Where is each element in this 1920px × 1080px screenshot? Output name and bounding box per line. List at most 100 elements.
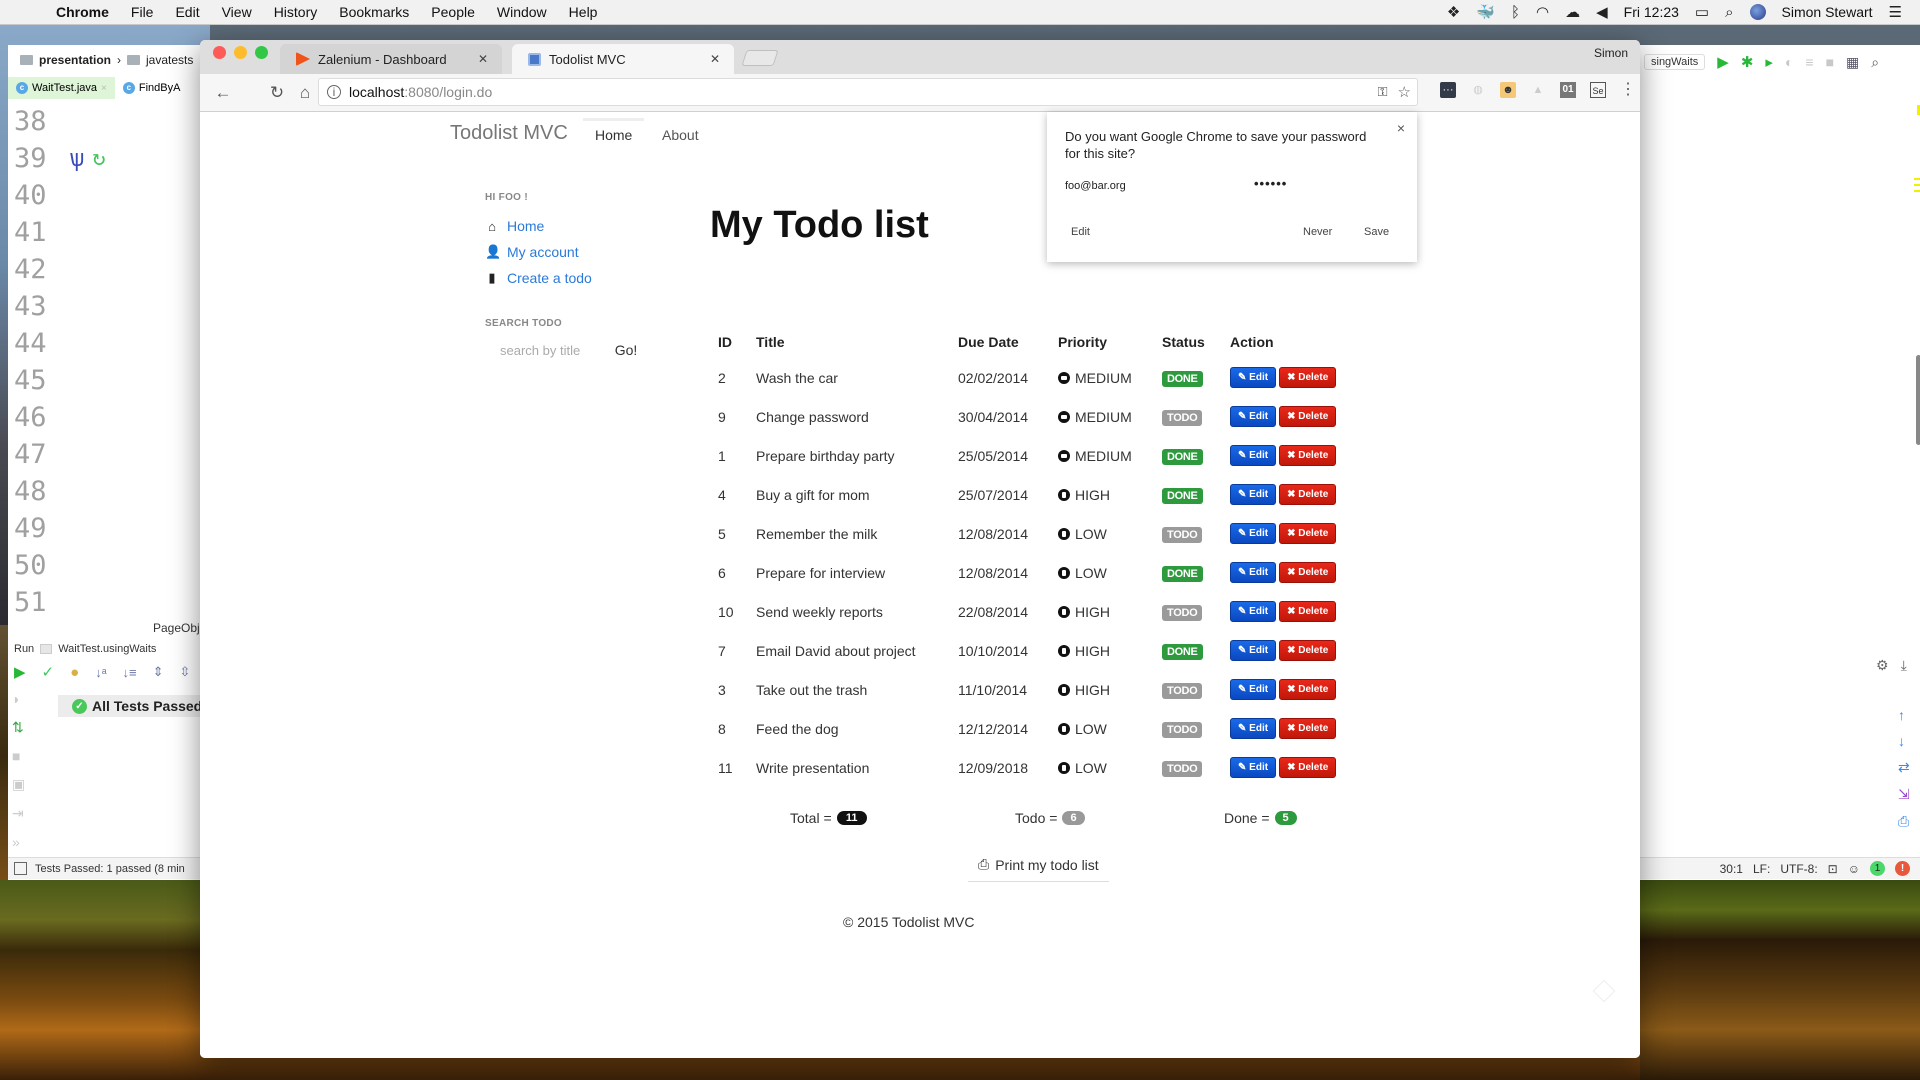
lastpass-icon[interactable]: ··· [1440, 82, 1456, 98]
cloud-upload-icon[interactable]: ☁ [1565, 3, 1580, 21]
menubar-user[interactable]: Simon Stewart [1782, 4, 1873, 20]
tab-todolist[interactable]: Todolist MVC ✕ [512, 44, 734, 74]
stop-icon[interactable]: ■ [1826, 54, 1834, 70]
breadcrumb-project[interactable]: presentation [39, 53, 111, 67]
site-info-icon[interactable]: i [327, 85, 341, 99]
delete-todo-button[interactable]: ✖ Delete [1279, 484, 1337, 505]
run-config-select[interactable]: singWaits [1644, 54, 1706, 70]
menu-edit[interactable]: Edit [175, 4, 199, 20]
menu-bookmarks[interactable]: Bookmarks [339, 4, 409, 20]
reload-icon[interactable]: ↻ [266, 83, 288, 103]
collapse-all-icon[interactable]: ⇳ [180, 664, 191, 680]
delete-todo-button[interactable]: ✖ Delete [1279, 523, 1337, 544]
menu-people[interactable]: People [431, 4, 475, 20]
run-icon[interactable]: ▶ [1717, 53, 1729, 71]
file-encoding[interactable]: UTF-8: [1780, 862, 1817, 876]
close-tab-icon[interactable]: ✕ [478, 52, 488, 66]
notification-badge[interactable]: 1 [1870, 861, 1885, 876]
menu-window[interactable]: Window [497, 4, 547, 20]
chrome-menu-icon[interactable]: ⋮ [1620, 82, 1636, 98]
run-test-icon[interactable]: ↻ [92, 140, 105, 177]
show-passed-icon[interactable]: ✓ [42, 663, 55, 681]
rerun-failed-icon[interactable]: ⇅ [12, 719, 25, 736]
apple-icon[interactable] [20, 3, 38, 21]
toggle-tool-windows-icon[interactable] [14, 862, 27, 875]
sidebar-link-my-account[interactable]: 👤 My account [485, 244, 579, 260]
menubar-clock[interactable]: Fri 12:23 [1624, 4, 1679, 20]
back-icon[interactable]: ← [212, 83, 234, 103]
siri-icon[interactable] [1749, 4, 1766, 20]
arrow-up-icon[interactable]: ↑ [1898, 707, 1910, 723]
profile-button[interactable]: Simon [1594, 46, 1628, 60]
nav-about[interactable]: About [650, 118, 711, 152]
delete-todo-button[interactable]: ✖ Delete [1279, 718, 1337, 739]
breadcrumb-folder[interactable]: javatests [146, 53, 193, 67]
delete-todo-button[interactable]: ✖ Delete [1279, 445, 1337, 466]
edit-todo-button[interactable]: ✎ Edit [1230, 484, 1277, 505]
close-icon[interactable]: × [101, 83, 107, 94]
extension-overlay-icon[interactable] [1592, 979, 1616, 1003]
gear-icon[interactable]: ⚙ [1876, 657, 1889, 674]
rerun-icon[interactable]: ▶ [14, 663, 26, 681]
edit-todo-button[interactable]: ✎ Edit [1230, 562, 1277, 583]
spotlight-search-icon[interactable]: ⌕ [1725, 4, 1733, 21]
close-icon[interactable]: × [1397, 120, 1405, 136]
delete-todo-button[interactable]: ✖ Delete [1279, 562, 1337, 583]
dump-icon[interactable]: ▣ [12, 776, 25, 793]
hide-panel-icon[interactable]: ⤓ [1901, 657, 1907, 674]
run-config-name[interactable]: WaitTest.usingWaits [58, 643, 156, 655]
cursor-position[interactable]: 30:1 [1720, 862, 1743, 876]
delete-todo-button[interactable]: ✖ Delete [1279, 367, 1337, 388]
sort-alpha-icon[interactable]: ↓ᵃ [95, 665, 106, 680]
sort-duration-icon[interactable]: ↓≡ [123, 665, 137, 680]
ghostery-icon[interactable]: ☻ [1500, 82, 1516, 98]
build-icon[interactable]: ≡ [1805, 54, 1813, 70]
coverage-icon[interactable]: ▸ [1765, 53, 1773, 71]
expand-all-icon[interactable]: ⇕ [153, 664, 164, 680]
tab-zalenium[interactable]: Zalenium - Dashboard ✕ [280, 44, 502, 74]
edit-todo-button[interactable]: ✎ Edit [1230, 367, 1277, 388]
arrow-down-icon[interactable]: ↓ [1898, 733, 1910, 749]
exit-icon[interactable]: ⇥ [12, 805, 25, 822]
menu-app[interactable]: Chrome [56, 4, 109, 20]
bluetooth-icon[interactable]: ᛒ [1511, 4, 1520, 21]
menu-history[interactable]: History [274, 4, 318, 20]
edit-todo-button[interactable]: ✎ Edit [1230, 640, 1277, 661]
print-todo-list-button[interactable]: ⎙ Print my todo list [968, 848, 1109, 882]
bookmark-star-icon[interactable]: ☆ [1398, 83, 1411, 101]
edit-todo-button[interactable]: ✎ Edit [1230, 445, 1277, 466]
editor-scrollbar[interactable] [1916, 355, 1920, 445]
delete-todo-button[interactable]: ✖ Delete [1279, 679, 1337, 700]
delete-todo-button[interactable]: ✖ Delete [1279, 406, 1337, 427]
page-obj-tab[interactable]: PageObj [153, 621, 200, 635]
delete-todo-button[interactable]: ✖ Delete [1279, 757, 1337, 778]
soft-wrap-icon[interactable]: ⇄ [1898, 759, 1910, 776]
search-everywhere-icon[interactable]: ⌕ [1871, 54, 1879, 71]
notification-center-icon[interactable]: ☰ [1889, 3, 1902, 21]
battery-icon[interactable]: ▭ [1695, 3, 1709, 21]
navbar-brand[interactable]: Todolist MVC [450, 122, 568, 145]
stop-icon[interactable]: ■ [12, 748, 25, 764]
flame-extension-icon[interactable]: ▲ [1530, 82, 1546, 98]
more-icon[interactable]: » [12, 834, 25, 850]
close-window-button[interactable] [213, 46, 226, 59]
project-structure-icon[interactable]: ▦ [1846, 54, 1859, 71]
menu-help[interactable]: Help [569, 4, 598, 20]
edit-todo-button[interactable]: ✎ Edit [1230, 523, 1277, 544]
selenium-ide-icon[interactable]: Se [1590, 82, 1606, 98]
never-save-button[interactable]: Never [1303, 226, 1332, 238]
home-icon[interactable]: ⌂ [294, 83, 316, 103]
scroll-to-end-icon[interactable]: ⇲ [1898, 786, 1910, 803]
print-icon[interactable]: ⎙ [1898, 813, 1910, 830]
edit-password-button[interactable]: Edit [1071, 226, 1090, 238]
profile-icon[interactable]: ◐ [1785, 54, 1793, 70]
edit-todo-button[interactable]: ✎ Edit [1230, 406, 1277, 427]
edit-todo-button[interactable]: ✎ Edit [1230, 679, 1277, 700]
file-tab-findby[interactable]: c FindByA [115, 77, 189, 99]
edit-todo-button[interactable]: ✎ Edit [1230, 757, 1277, 778]
hector-icon[interactable]: ☺ [1848, 862, 1860, 876]
search-go-button[interactable]: Go! [604, 336, 648, 364]
delete-todo-button[interactable]: ✖ Delete [1279, 640, 1337, 661]
volume-icon[interactable]: ◀ [1596, 3, 1608, 21]
dropbox-icon[interactable]: ❖ [1447, 3, 1460, 21]
